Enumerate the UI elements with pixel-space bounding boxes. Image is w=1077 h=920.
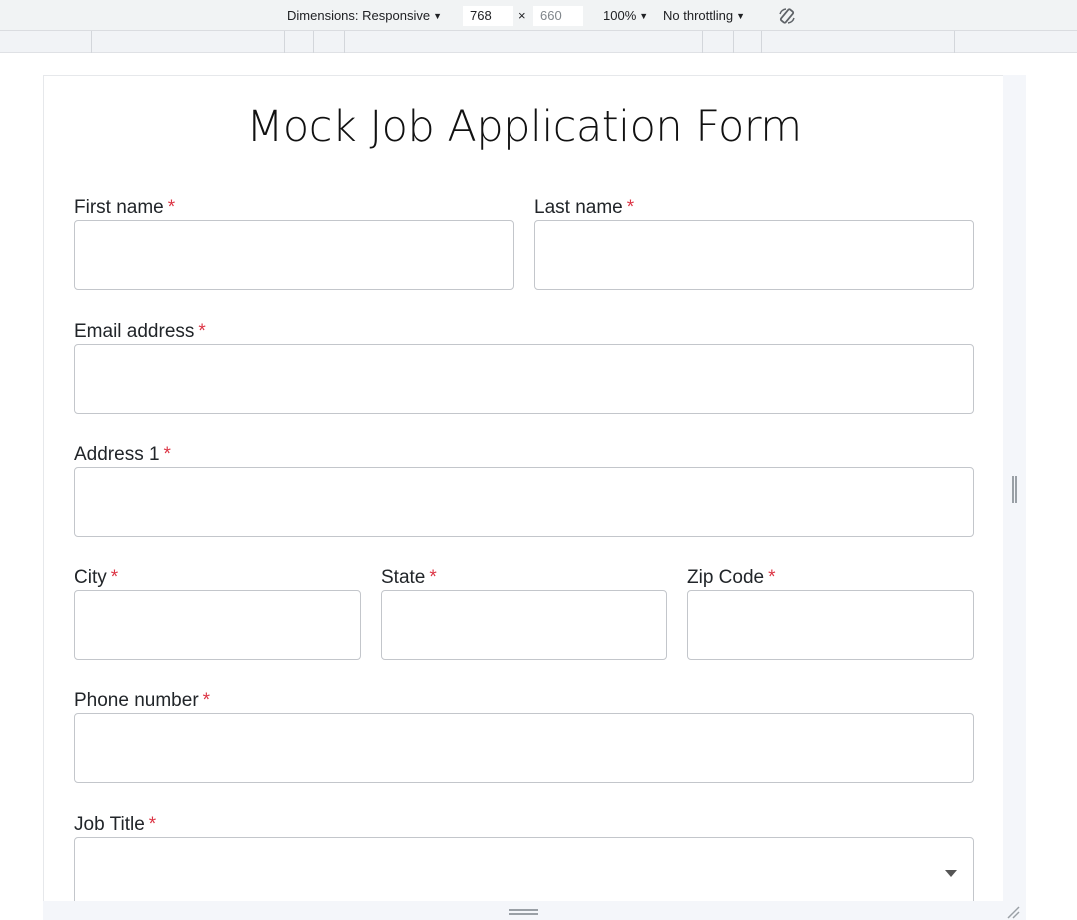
job-title-label-text: Job Title bbox=[74, 814, 145, 835]
zoom-dropdown[interactable]: 100% ▼ bbox=[603, 0, 648, 31]
phone-input[interactable] bbox=[74, 713, 974, 783]
dimensions-label: Dimensions: Responsive bbox=[287, 8, 431, 23]
city-label: City * bbox=[74, 567, 118, 589]
zoom-label: 100% bbox=[603, 8, 637, 23]
first-name-input[interactable] bbox=[74, 220, 514, 290]
required-marker: * bbox=[202, 690, 211, 711]
resize-handle-corner[interactable] bbox=[1006, 905, 1020, 919]
state-label: State * bbox=[381, 567, 437, 589]
dimension-separator: × bbox=[518, 8, 526, 23]
city-input[interactable] bbox=[74, 590, 361, 660]
rotate-icon[interactable] bbox=[778, 7, 796, 25]
state-input[interactable] bbox=[381, 590, 667, 660]
job-title-label: Job Title * bbox=[74, 814, 156, 836]
chevron-down-icon: ▼ bbox=[433, 10, 442, 21]
required-marker: * bbox=[768, 567, 776, 588]
media-query-marker[interactable] bbox=[761, 31, 762, 53]
required-marker: * bbox=[429, 567, 437, 588]
address1-input[interactable] bbox=[74, 467, 974, 537]
zip-label-text: Zip Code bbox=[687, 567, 765, 588]
required-marker: * bbox=[163, 444, 171, 465]
media-query-marker[interactable] bbox=[284, 31, 285, 53]
city-label-text: City bbox=[74, 567, 107, 588]
state-label-text: State bbox=[381, 567, 426, 588]
required-marker: * bbox=[148, 814, 157, 835]
required-marker: * bbox=[167, 197, 176, 218]
media-query-marker[interactable] bbox=[344, 31, 345, 53]
phone-label-text: Phone number bbox=[74, 690, 199, 711]
page-title: Mock Job Application Form bbox=[246, 102, 802, 152]
dimensions-dropdown[interactable]: Dimensions: Responsive ▼ bbox=[287, 0, 442, 31]
emulated-viewport: Mock Job Application Form First name * La… bbox=[43, 75, 1003, 901]
last-name-label-text: Last name bbox=[534, 197, 623, 218]
device-toolbar: Dimensions: Responsive ▼ 768 × 660 100% … bbox=[0, 0, 1077, 31]
media-query-marker[interactable] bbox=[954, 31, 955, 53]
media-query-marker[interactable] bbox=[733, 31, 734, 53]
required-marker: * bbox=[198, 321, 206, 342]
chevron-down-icon bbox=[945, 870, 957, 877]
throttling-dropdown[interactable]: No throttling ▼ bbox=[663, 0, 745, 31]
phone-label: Phone number * bbox=[74, 690, 210, 712]
height-input[interactable]: 660 bbox=[533, 6, 583, 26]
job-title-select[interactable] bbox=[74, 837, 974, 901]
email-input[interactable] bbox=[74, 344, 974, 414]
chevron-down-icon: ▼ bbox=[736, 10, 746, 21]
media-query-bar bbox=[0, 31, 1077, 53]
media-query-marker[interactable] bbox=[313, 31, 314, 53]
chevron-down-icon: ▼ bbox=[639, 10, 649, 21]
address1-label: Address 1 * bbox=[74, 444, 171, 466]
throttling-label: No throttling bbox=[663, 8, 734, 23]
zip-label: Zip Code * bbox=[687, 567, 776, 589]
address1-label-text: Address 1 bbox=[74, 444, 160, 465]
required-marker: * bbox=[626, 197, 635, 218]
email-label-text: Email address bbox=[74, 321, 195, 342]
last-name-label: Last name * bbox=[534, 197, 634, 219]
first-name-label: First name * bbox=[74, 197, 175, 219]
resize-handle-bottom[interactable] bbox=[509, 909, 538, 915]
resize-handle-right[interactable] bbox=[1012, 476, 1017, 503]
required-marker: * bbox=[110, 567, 119, 588]
first-name-label-text: First name bbox=[74, 197, 164, 218]
media-query-marker[interactable] bbox=[91, 31, 92, 53]
zip-input[interactable] bbox=[687, 590, 974, 660]
media-query-marker[interactable] bbox=[702, 31, 703, 53]
last-name-input[interactable] bbox=[534, 220, 974, 290]
width-input[interactable]: 768 bbox=[463, 6, 513, 26]
email-label: Email address * bbox=[74, 321, 206, 343]
